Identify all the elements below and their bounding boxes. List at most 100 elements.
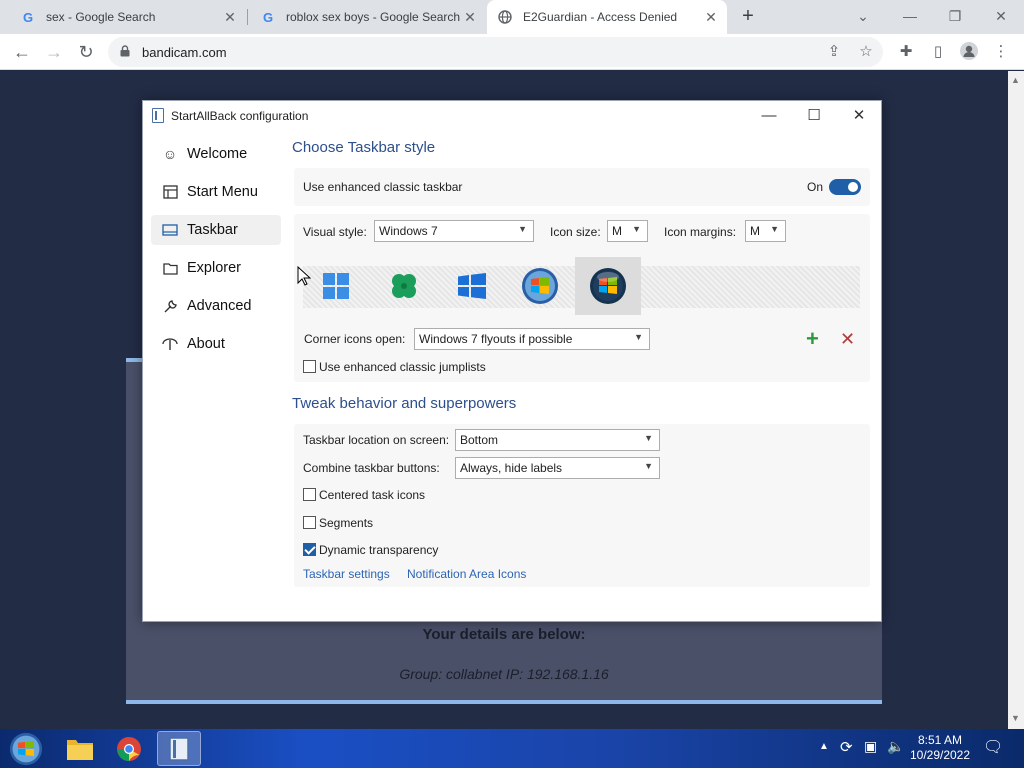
close-icon[interactable]: ✕ [703,9,719,25]
nav-advanced[interactable]: Advanced [151,291,281,321]
address-bar[interactable]: bandicam.com [108,37,883,67]
scroll-down-icon[interactable]: ▼ [1011,713,1020,723]
file-explorer-button[interactable] [58,731,102,766]
back-icon[interactable]: ← [10,40,34,64]
corner-icons-value: Windows 7 flyouts if possible [419,332,573,346]
icon-margins-select[interactable]: M ▼ [745,220,786,242]
tab-divider [247,9,248,25]
details-heading: Your details are below: [422,626,586,643]
icon-size-label: Icon size: [550,225,601,239]
segments-label: Segments [319,516,374,530]
close-window-icon[interactable]: ✕ [981,4,1021,28]
style-clover[interactable] [371,257,437,315]
nav-explorer[interactable]: Explorer [151,253,281,283]
visual-style-label: Visual style: [303,225,367,239]
menu-kebab-icon[interactable]: ⋮ [990,41,1012,63]
restore-icon[interactable]: ❐ [935,4,975,28]
profile-avatar[interactable] [958,41,980,63]
google-icon: G [22,9,34,25]
startallback-icon [152,108,164,123]
dialog-nav: ☺ Welcome Start Menu Taskbar Explorer Ad… [151,139,281,367]
smile-icon: ☺ [162,146,178,162]
windows11-logo-icon [323,273,349,299]
combine-label: Combine taskbar buttons: [303,461,440,475]
jumplists-checkbox[interactable] [303,360,316,373]
nav-taskbar[interactable]: Taskbar [151,215,281,245]
style-win7-orb[interactable] [507,257,573,315]
minimize-icon[interactable]: — [890,4,930,28]
url-text: bandicam.com [142,45,227,60]
dialog-maximize-icon[interactable]: ☐ [799,105,829,127]
nav-about[interactable]: About [151,329,281,359]
chevron-down-icon: ▼ [770,224,779,234]
side-panel-icon[interactable]: ▯ [927,41,949,63]
start-button[interactable] [4,731,48,766]
mouse-cursor-icon [297,266,311,286]
group-ip-line: Group: collabnet IP: 192.168.1.16 [399,666,609,682]
taskbar-settings-link[interactable]: Taskbar settings [303,567,390,581]
chevron-down-icon: ▼ [634,332,643,342]
nav-welcome[interactable]: ☺ Welcome [151,139,281,169]
bookmark-star-icon[interactable]: ☆ [855,41,877,63]
system-clock[interactable]: 8:51 AM 10/29/2022 [900,733,980,763]
tab-roblox-search[interactable]: G roblox sex boys - Google Search ✕ [250,0,486,34]
page-scrollbar[interactable]: ▲ ▼ [1008,71,1024,729]
combine-select[interactable]: Always, hide labels ▼ [455,457,660,479]
tab-access-denied[interactable]: E2Guardian - Access Denied ✕ [487,0,727,34]
windows10-logo-icon [458,273,486,299]
start-menu-icon [161,183,179,201]
visual-style-select[interactable]: Windows 7 ▼ [374,220,534,242]
nav-label: Welcome [187,146,248,162]
jumplists-label: Use enhanced classic jumplists [319,360,486,374]
style-win10[interactable] [439,257,505,315]
style-win11[interactable] [303,257,369,315]
nav-label: Advanced [187,298,252,314]
centered-icons-checkbox[interactable] [303,488,316,501]
share-icon[interactable]: ⇪ [823,41,845,63]
icon-size-value: M [612,224,622,238]
reload-icon[interactable]: ↻ [74,40,98,64]
icon-margins-value: M [750,224,760,238]
style-vista-orb[interactable] [575,257,641,315]
tab-title: sex - Google Search [46,10,156,24]
remove-icon[interactable]: ✕ [840,329,855,349]
folder-icon [67,739,93,760]
device-icon[interactable]: ▣ [864,738,877,768]
extensions-icon[interactable]: ✚ [895,41,917,63]
corner-icons-label: Corner icons open: [304,332,406,346]
chrome-button[interactable] [107,731,151,766]
clock-time: 8:51 AM [917,733,963,747]
corner-icons-select[interactable]: Windows 7 flyouts if possible ▼ [414,328,650,350]
tab-search-icon[interactable]: ⌄ [843,4,883,28]
show-hidden-icons[interactable]: ▲ [819,741,829,768]
dynamic-transparency-checkbox[interactable] [303,543,316,556]
chevron-down-icon: ▼ [518,224,527,234]
notification-icon[interactable]: 🗨 [983,737,1003,768]
location-select[interactable]: Bottom ▼ [455,429,660,451]
tweak-title: Tweak behavior and superpowers [292,395,517,412]
startallback-taskbar-button[interactable] [157,731,201,766]
enhanced-taskbar-toggle[interactable] [829,179,861,195]
icon-margins-label: Icon margins: [664,225,737,239]
scroll-up-icon[interactable]: ▲ [1011,75,1020,85]
chevron-down-icon: ▼ [632,224,641,234]
chrome-icon [117,736,141,761]
sync-icon[interactable]: ⟳ [840,738,853,768]
dialog-minimize-icon[interactable]: — [754,105,784,127]
dialog-titlebar[interactable]: StartAllBack configuration — ☐ ✕ [143,101,881,131]
new-tab-button[interactable]: + [736,5,760,29]
windows-taskbar: ▲ ⟳ ▣ 🔈 8:51 AM 10/29/2022 🗨 [0,729,1024,768]
segments-checkbox[interactable] [303,516,316,529]
dialog-title: StartAllBack configuration [171,109,309,123]
add-icon[interactable]: + [806,328,819,350]
clover-icon [392,274,416,298]
tab-sex-search[interactable]: G sex - Google Search ✕ [10,0,246,34]
notification-area-link[interactable]: Notification Area Icons [407,567,526,581]
dialog-close-icon[interactable]: ✕ [844,105,874,127]
icon-size-select[interactable]: M ▼ [607,220,648,242]
chevron-down-icon: ▼ [644,461,653,471]
forward-icon[interactable]: → [42,40,66,64]
close-icon[interactable]: ✕ [462,9,478,25]
close-icon[interactable]: ✕ [222,9,238,25]
nav-start-menu[interactable]: Start Menu [151,177,281,207]
